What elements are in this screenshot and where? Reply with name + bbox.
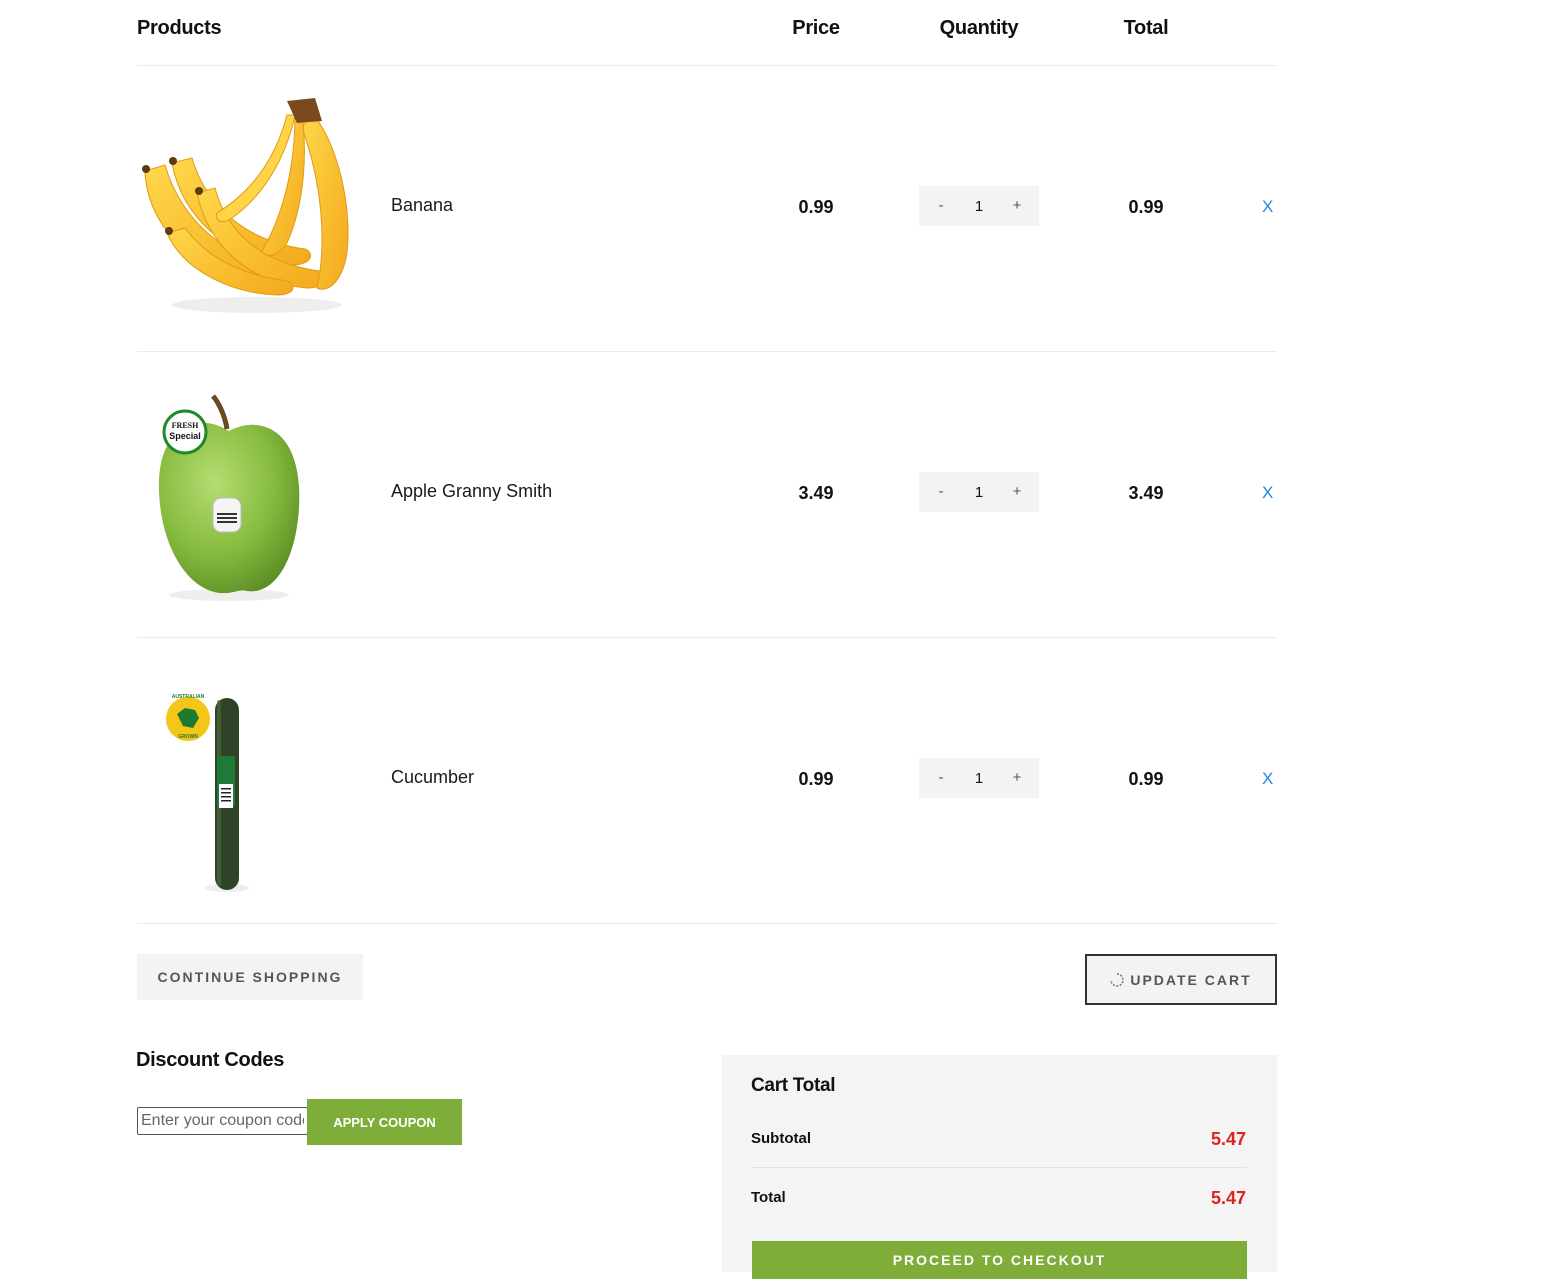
spinner-icon — [1110, 972, 1125, 987]
discount-title: Discount Codes — [136, 1049, 285, 1071]
remove-item-button[interactable]: X — [1262, 483, 1273, 503]
product-name[interactable]: Apple Granny Smith — [391, 481, 552, 502]
quantity-input[interactable] — [963, 768, 995, 788]
decrement-button[interactable]: - — [919, 472, 963, 512]
table-row: FRESH Special Apple Granny Smith 3.49 - … — [0, 352, 1300, 638]
decrement-button[interactable]: - — [919, 186, 963, 226]
product-price: 3.49 — [798, 483, 834, 503]
sticker-line1: FRESH — [171, 421, 199, 430]
total-label: Total — [751, 1189, 786, 1206]
cucumber-image: AUSTRALIAN GROWN — [137, 666, 365, 894]
product-price: 0.99 — [798, 197, 834, 217]
quantity-input[interactable] — [963, 482, 995, 502]
total-value: 5.47 — [1210, 1188, 1246, 1208]
update-cart-label: UPDATE CART — [1130, 971, 1252, 988]
header-total: Total — [1123, 17, 1169, 39]
decrement-button[interactable]: - — [919, 758, 963, 798]
header-products: Products — [137, 17, 222, 39]
subtotal-label: Subtotal — [751, 1130, 811, 1147]
increment-button[interactable]: + — [995, 186, 1039, 226]
sticker-line2: Special — [169, 431, 201, 441]
table-row: Banana 0.99 - + 0.99 X — [0, 66, 1300, 352]
cart-total-divider — [751, 1167, 1247, 1168]
banana-image — [142, 98, 349, 313]
table-row: AUSTRALIAN GROWN Cucumber 0.99 - + 0.99 … — [0, 638, 1300, 924]
product-price: 0.99 — [798, 769, 834, 789]
remove-item-button[interactable]: X — [1262, 769, 1273, 789]
increment-button[interactable]: + — [995, 758, 1039, 798]
quantity-stepper: - + — [919, 472, 1039, 512]
row-divider — [137, 923, 1277, 924]
header-quantity: Quantity — [939, 17, 1019, 39]
quantity-stepper: - + — [919, 186, 1039, 226]
cart-total-title: Cart Total — [751, 1075, 836, 1096]
product-total: 0.99 — [1128, 197, 1164, 217]
apply-coupon-button[interactable]: APPLY COUPON — [307, 1099, 462, 1145]
continue-shopping-button[interactable]: CONTINUE SHOPPING — [137, 954, 363, 1000]
product-total: 0.99 — [1128, 769, 1164, 789]
product-name[interactable]: Cucumber — [391, 767, 474, 788]
quantity-stepper: - + — [919, 758, 1039, 798]
increment-button[interactable]: + — [995, 472, 1039, 512]
coupon-input[interactable] — [137, 1107, 308, 1135]
product-total: 3.49 — [1128, 483, 1164, 503]
green-apple-image: FRESH Special — [137, 381, 365, 609]
proceed-to-checkout-button[interactable]: PROCEED TO CHECKOUT — [752, 1241, 1247, 1279]
sticker-line2: GROWN — [178, 734, 198, 740]
remove-item-button[interactable]: X — [1262, 197, 1273, 217]
subtotal-value: 5.47 — [1210, 1129, 1246, 1149]
product-name[interactable]: Banana — [391, 195, 453, 216]
update-cart-button[interactable]: UPDATE CART — [1085, 954, 1277, 1005]
quantity-input[interactable] — [963, 196, 995, 216]
header-price: Price — [792, 17, 840, 39]
sticker-line1: AUSTRALIAN — [171, 694, 205, 700]
